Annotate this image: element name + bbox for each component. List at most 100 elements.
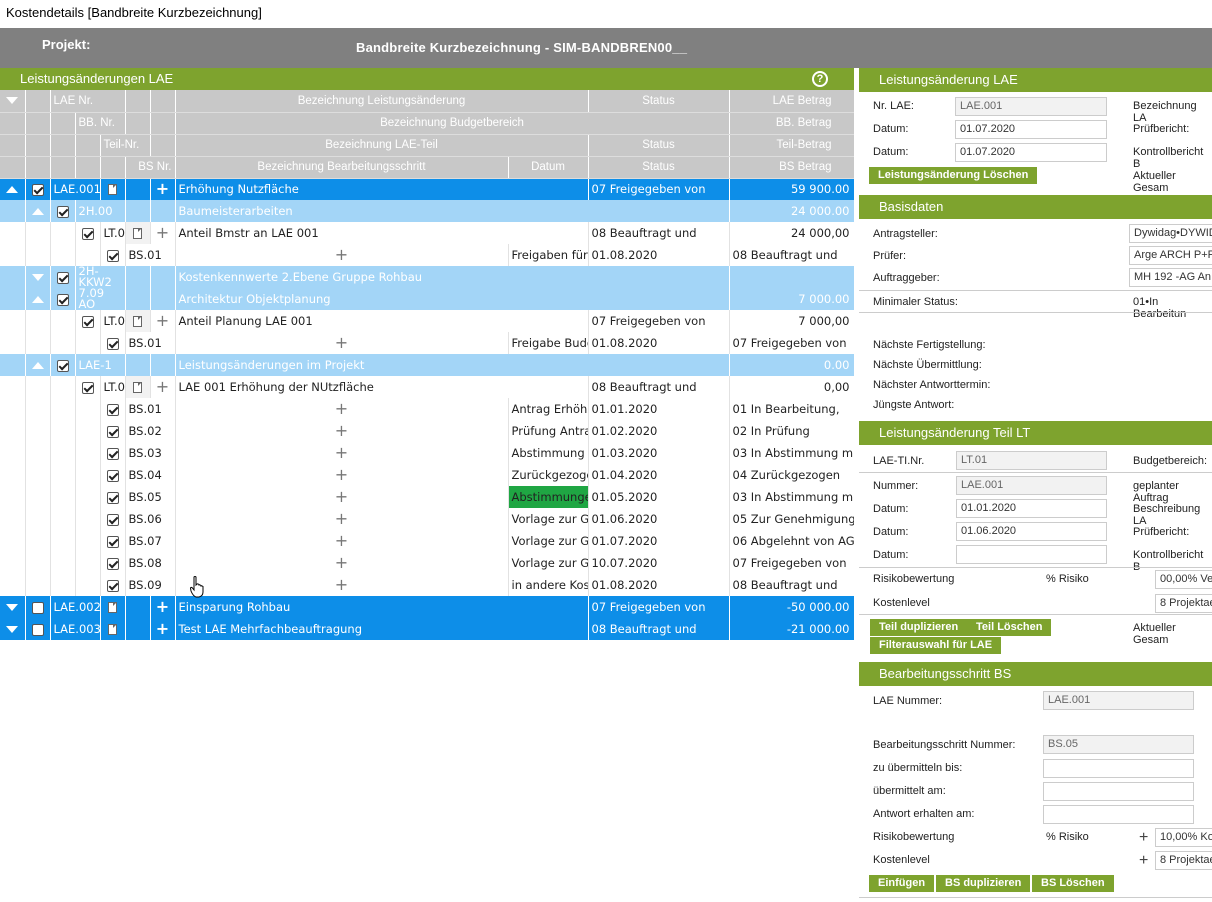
table-row[interactable]: BS.01 + Freigabe Budget für Planung01.08.2… (0, 332, 854, 354)
nummer-field[interactable]: LAE.001 (956, 476, 1107, 495)
datum-field-1[interactable]: 01.07.2020 (955, 120, 1107, 139)
row-checkbox[interactable] (100, 552, 126, 574)
table-row[interactable]: LT.01 +Anteil Planung LAE 00107 Freigegeb… (0, 310, 854, 332)
row-checkbox[interactable] (50, 288, 76, 310)
risiko-plus-icon[interactable]: + (1139, 830, 1148, 846)
row-checkbox[interactable] (100, 398, 126, 420)
row-checkbox[interactable] (100, 332, 126, 354)
doc-icon-cell[interactable] (100, 618, 126, 640)
pruefer-field[interactable]: Arge ARCH P+P (1129, 246, 1212, 265)
col-bez-lae[interactable]: Bezeichnung Leistungsänderung (175, 90, 589, 113)
table-row[interactable]: BS.01 + Freigaben für Budget BMSTR01.08.20… (0, 244, 854, 266)
add-icon-cell[interactable]: + (175, 464, 509, 486)
table-row[interactable]: BS.02 + Prüfung Antrag GU01.02.202002 In P… (0, 420, 854, 442)
table-row[interactable]: 2H.00 Baumeisterarbeiten 24 000.00 (0, 200, 854, 222)
row-checkbox[interactable] (75, 376, 101, 398)
add-icon-cell[interactable]: + (175, 244, 509, 266)
filterauswahl-button[interactable]: Filterauswahl für LAE (870, 637, 1002, 654)
bs-loeschen-button[interactable]: BS Löschen (1032, 875, 1114, 892)
add-icon-cell[interactable]: + (175, 486, 509, 508)
antragsteller-field[interactable]: Dywidag•DYWID (1129, 224, 1212, 243)
row-checkbox[interactable] (50, 200, 76, 222)
teil-datum-field-2[interactable]: 01.06.2020 (956, 522, 1107, 541)
expand-toggle[interactable] (0, 618, 26, 640)
col-teil-nr[interactable]: Teil-Nr. (100, 134, 151, 157)
antwort-erhalten-field[interactable] (1043, 805, 1194, 824)
teil-datum-field-3[interactable] (956, 545, 1107, 564)
doc-icon-cell[interactable] (125, 376, 151, 398)
table-row[interactable]: LT.01 +LAE 001 Erhöhung der NUtzfläche08 … (0, 376, 854, 398)
col-bez-bb[interactable]: Bezeichnung Budgetbereich (175, 112, 730, 135)
table-row[interactable]: LAE-1 Leistungsänderungen im Projekt 0.00 (0, 354, 854, 376)
table-row[interactable]: BS.08 + Vorlage zur Genehmigung10.07.20200… (0, 552, 854, 574)
row-checkbox[interactable] (100, 530, 126, 552)
row-checkbox[interactable] (50, 266, 76, 288)
row-checkbox[interactable] (75, 222, 101, 244)
teil-duplizieren-button[interactable]: Teil duplizieren (870, 619, 968, 636)
expand-toggle[interactable] (25, 200, 51, 222)
lae-ti-nr-field[interactable]: LT.01 (956, 451, 1107, 470)
row-checkbox[interactable] (100, 486, 126, 508)
expand-toggle[interactable] (50, 376, 76, 398)
col-bb-nr[interactable]: BB. Nr. (75, 112, 126, 135)
table-row[interactable]: LAE.003 + Test LAE Mehrfachbeauftragung 08 … (0, 618, 854, 640)
col-bs-nr[interactable]: BS Nr. (125, 156, 176, 179)
table-row[interactable]: LAE.002 + Einsparung Rohbau 07 Freigegeben … (0, 596, 854, 618)
datum-field-2[interactable]: 01.07.2020 (955, 143, 1107, 162)
collapse-all-toggle[interactable] (0, 90, 26, 113)
teil-kostenlevel-field[interactable]: 8 Projektae (1155, 594, 1212, 613)
col-bs-status[interactable]: Status (588, 156, 730, 179)
add-icon-cell[interactable]: + (175, 442, 509, 464)
bs-duplizieren-button[interactable]: BS duplizieren (936, 875, 1031, 892)
add-icon-cell[interactable]: + (150, 376, 176, 398)
bs-kostenlevel-field[interactable]: 8 Projektae (1155, 851, 1212, 870)
expand-toggle[interactable] (25, 354, 51, 376)
teil-risiko-field[interactable]: 00,00% Ve (1155, 570, 1212, 589)
table-row[interactable]: LAE.001 + Erhöhung Nutzfläche 07 Freigegebe… (0, 178, 854, 200)
doc-icon-cell[interactable] (100, 596, 126, 618)
row-checkbox[interactable] (100, 442, 126, 464)
nr-lae-field[interactable]: LAE.001 (955, 97, 1107, 116)
table-row[interactable]: 2H-KKW2 Kostenkennwerte 2.Ebene Gruppe Ro… (0, 266, 854, 288)
expand-toggle[interactable] (50, 310, 76, 332)
teil-loeschen-button[interactable]: Teil Löschen (967, 619, 1052, 636)
bs-risiko-field[interactable]: 10,00% Ko (1155, 828, 1212, 847)
add-icon-cell[interactable]: + (175, 530, 509, 552)
table-row[interactable]: BS.09+in andere Kostenstellen übetragen0… (0, 574, 854, 596)
row-checkbox[interactable] (25, 618, 51, 640)
col-teil-status[interactable]: Status (588, 134, 730, 157)
table-row[interactable]: 7.09 AO Architektur Objektplanung 7 000.00 (0, 288, 854, 310)
col-bb-betrag[interactable]: BB. Betrag (729, 112, 854, 135)
col-teil-betrag[interactable]: Teil-Betrag (729, 134, 854, 157)
row-checkbox[interactable] (100, 464, 126, 486)
bs-lae-nummer-field[interactable]: LAE.001 (1043, 691, 1194, 710)
add-icon-cell[interactable]: + (175, 398, 509, 420)
col-bs-betrag[interactable]: BS Betrag (729, 156, 854, 179)
expand-toggle[interactable] (0, 596, 26, 618)
table-row[interactable]: BS.01 + Antrag Erhöhung Nuzfläche01.01.202… (0, 398, 854, 420)
add-icon-cell[interactable]: + (175, 420, 509, 442)
col-bez-bs[interactable]: Bezeichnung Bearbeitungsschritt (175, 156, 509, 179)
col-datum[interactable]: Datum (508, 156, 589, 179)
table-row[interactable]: BS.03 + Abstimmung mit GU01.03.202003 In A… (0, 442, 854, 464)
expand-toggle[interactable] (50, 222, 76, 244)
add-icon-cell[interactable]: + (175, 552, 509, 574)
doc-icon-cell[interactable] (100, 178, 126, 200)
add-icon-cell[interactable]: + (175, 574, 509, 596)
add-icon-cell[interactable]: + (150, 178, 176, 200)
zu-uebermitteln-field[interactable] (1043, 759, 1194, 778)
add-icon-cell[interactable]: + (150, 618, 176, 640)
expand-toggle[interactable] (25, 288, 51, 310)
row-checkbox[interactable] (50, 354, 76, 376)
add-icon-cell[interactable]: + (175, 332, 509, 354)
expand-toggle[interactable] (0, 178, 26, 200)
lae-delete-button[interactable]: Leistungsänderung Löschen (869, 167, 1038, 184)
add-icon-cell[interactable]: + (150, 596, 176, 618)
table-row[interactable]: BS.07 + Vorlage zur Genehmigung01.07.20200… (0, 530, 854, 552)
table-row[interactable]: LT.01 +Anteil Bmstr an LAE 00108 Beauftra… (0, 222, 854, 244)
uebermittelt-am-field[interactable] (1043, 782, 1194, 801)
expand-toggle[interactable] (25, 266, 51, 288)
einfuegen-button[interactable]: Einfügen (869, 875, 935, 892)
row-checkbox[interactable] (100, 574, 126, 596)
add-icon-cell[interactable]: + (150, 222, 176, 244)
